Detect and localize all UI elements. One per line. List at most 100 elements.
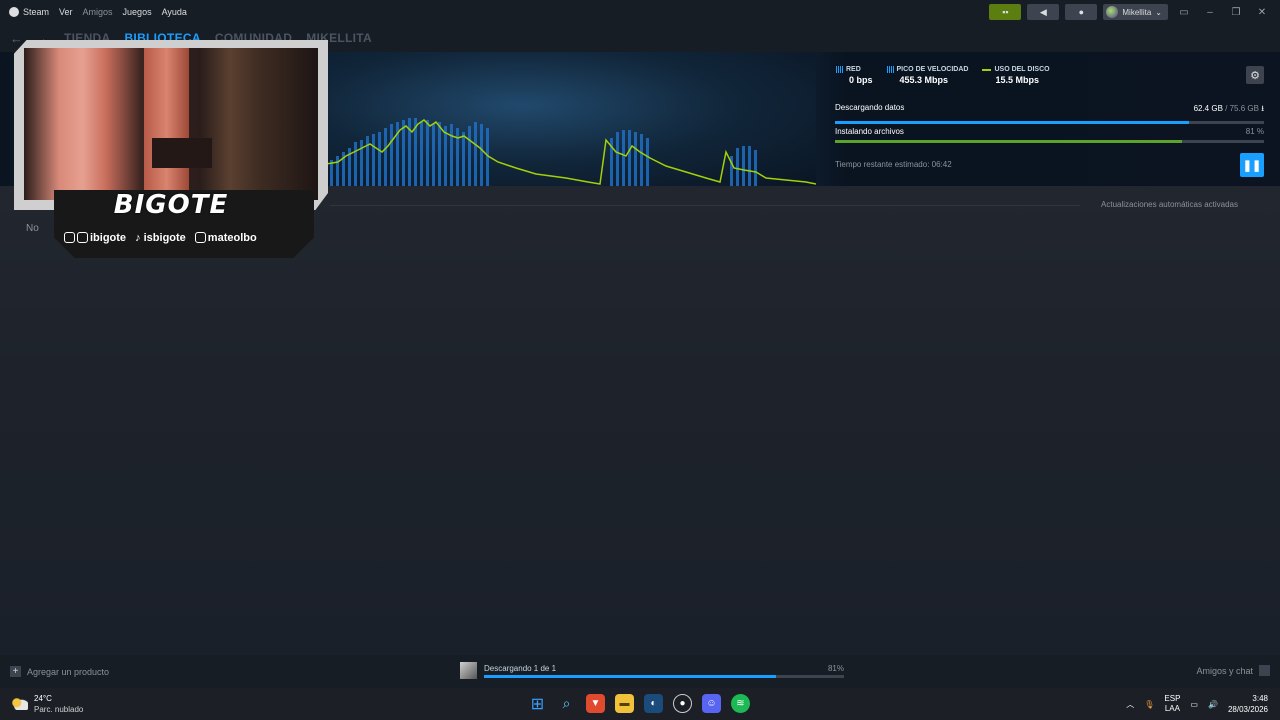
download-graph	[326, 52, 816, 186]
lang-code: ESP	[1164, 694, 1181, 703]
install-progress-fill	[835, 140, 1183, 143]
title-bar-controls: ▪▪ ◀ ● Mikellita ⌄ ▭ – ❐ ✕	[989, 4, 1272, 20]
megaphone-icon: ◀	[1039, 6, 1047, 17]
install-progress-row: Instalando archivos 81 %	[835, 127, 1264, 143]
stat-peak: PICO DE VELOCIDAD 455.3 Mbps	[886, 66, 969, 85]
stat-network-value: 0 bps	[849, 75, 873, 85]
twitch-icon	[64, 232, 75, 243]
social-handle-3: mateolbo	[207, 232, 257, 244]
chevron-up-icon[interactable]: ︿	[1126, 699, 1134, 710]
instagram-icon	[194, 232, 206, 243]
download-progress-track	[835, 121, 1264, 124]
notifications-button[interactable]: ●	[1065, 4, 1098, 20]
menu-item-ver[interactable]: Ver	[59, 7, 73, 17]
minimize-icon[interactable]: –	[1200, 7, 1220, 18]
menu-item-ayuda[interactable]: Ayuda	[162, 7, 187, 17]
language-indicator[interactable]: ESP LAA	[1164, 694, 1180, 714]
pause-button[interactable]: ❚❚	[1240, 153, 1264, 177]
overlay-socials: ibigote ♪ isbigote mateolbo	[64, 232, 257, 244]
account-menu[interactable]: Mikellita ⌄	[1103, 4, 1168, 20]
game-thumbnail	[460, 662, 477, 679]
clock[interactable]: 3:48 28/03/2026	[1228, 693, 1268, 715]
clock-time: 3:48	[1252, 694, 1268, 703]
stat-disk-value: 15.5 Mbps	[995, 75, 1039, 85]
system-tray: ︿ 🎙 ESP LAA ▭ 🔊 3:48 28/03/2026	[1126, 688, 1280, 720]
title-bar: Steam Ver Amigos Juegos Ayuda ▪▪ ◀ ● Mik…	[0, 0, 1280, 24]
volume-icon[interactable]: 🔊	[1208, 700, 1218, 709]
kick-icon	[77, 232, 88, 243]
stat-peak-label: PICO DE VELOCIDAD	[896, 66, 969, 73]
menu-bar: Steam Ver Amigos Juegos Ayuda	[0, 7, 187, 17]
bars-legend-icon	[836, 66, 843, 73]
windows-start-icon[interactable]: ⊞	[528, 694, 547, 713]
avatar	[1106, 6, 1119, 18]
overlay-brand: BIGOTE	[113, 190, 229, 220]
download-progress-fill	[835, 121, 1189, 124]
download-progress-row: Descargando datos 62.4 GB / 75.6 GB ⭳	[835, 103, 1264, 124]
plus-icon: +	[10, 666, 21, 677]
download-graph-svg	[326, 118, 816, 186]
menu-item-juegos[interactable]: Juegos	[123, 7, 152, 17]
friends-chat-label: Amigos y chat	[1196, 665, 1253, 676]
social-twitch-kick: ibigote	[64, 232, 126, 244]
social-handle-1: ibigote	[90, 232, 127, 244]
steam-logo-icon	[9, 7, 19, 17]
add-product-label: Agregar un producto	[27, 666, 110, 677]
steam-menu-label: Steam	[23, 7, 50, 17]
spotify-icon[interactable]: ≋	[731, 694, 750, 713]
tiktok-icon: ♪	[135, 232, 141, 244]
download-settings-button[interactable]: ⚙	[1246, 66, 1264, 84]
announcements-button[interactable]: ◀	[1027, 4, 1060, 20]
status-download-text: Descargando 1 de 1	[484, 664, 557, 673]
stat-peak-value: 455.3 Mbps	[899, 75, 949, 85]
gear-icon: ⚙	[1250, 69, 1260, 82]
status-download-percent: 81%	[827, 664, 844, 673]
steam-menu[interactable]: Steam	[9, 7, 49, 17]
friends-icon: ▪▪	[1002, 7, 1009, 17]
obs-icon[interactable]: ●	[673, 694, 692, 713]
menu-item-amigos[interactable]: Amigos	[83, 7, 113, 17]
microphone-icon[interactable]: 🎙	[1144, 700, 1154, 709]
line-legend-icon	[982, 68, 992, 71]
bars-legend-icon	[886, 66, 894, 73]
social-handle-2: isbigote	[143, 232, 186, 244]
maximize-icon[interactable]: ❐	[1226, 7, 1246, 18]
account-name: Mikellita	[1122, 7, 1152, 17]
brave-icon[interactable]: ▼	[586, 694, 605, 713]
steam-taskbar-icon[interactable]: ◐	[644, 694, 663, 713]
downloaded-size: 62.4 GB / 75.6 GB ⭳	[1194, 103, 1264, 117]
weather-widget[interactable]: 24°C Parc. nublado	[12, 693, 83, 715]
stat-network: RED 0 bps	[836, 66, 873, 85]
big-picture-icon[interactable]: ▭	[1174, 7, 1194, 18]
stat-network-label: RED	[846, 66, 861, 73]
friends-chat-button[interactable]: Amigos y chat	[1196, 665, 1270, 676]
total-size: / 75.6 GB	[1222, 104, 1259, 113]
auto-updates-text: Actualizaciones automáticas activadas	[1101, 200, 1238, 209]
search-icon[interactable]: ⌕	[557, 694, 576, 713]
close-icon[interactable]: ✕	[1252, 7, 1272, 18]
taskbar-apps: ⊞ ⌕ ▼ ▬ ◐ ● ☺ ≋	[528, 694, 750, 713]
install-percent: 81 %	[1245, 127, 1264, 136]
downloaded-amount: 62.4 GB	[1193, 104, 1223, 113]
status-progress-track	[484, 675, 844, 678]
steam-status-bar: + Agregar un producto Descargando 1 de 1…	[0, 655, 1280, 688]
discord-icon[interactable]: ☺	[702, 694, 721, 713]
add-product-button[interactable]: + Agregar un producto	[10, 666, 109, 677]
chevron-down-icon: ⌄	[1155, 7, 1162, 17]
webcam-view	[24, 48, 318, 200]
installing-label: Instalando archivos	[835, 127, 904, 136]
network-icon[interactable]: ▭	[1190, 700, 1198, 709]
file-explorer-icon[interactable]: ▬	[615, 694, 634, 713]
social-instagram: mateolbo	[194, 232, 257, 244]
install-progress-track	[835, 140, 1264, 143]
stat-disk-label: USO DEL DISCO	[994, 66, 1050, 73]
social-tiktok: ♪ isbigote	[135, 232, 186, 244]
friends-activity-button[interactable]: ▪▪	[989, 4, 1022, 20]
download-stats: RED 0 bps PICO DE VELOCIDAD 455.3 Mbps U…	[836, 66, 1050, 85]
webcam-shelf	[152, 138, 212, 168]
bell-icon: ●	[1078, 7, 1085, 17]
windows-taskbar: 24°C Parc. nublado ⊞ ⌕ ▼ ▬ ◐ ● ☺ ≋ ︿ 🎙 E…	[0, 688, 1280, 720]
eta-text: Tiempo restante estimado: 06:42	[835, 160, 952, 169]
clock-date: 28/03/2026	[1227, 705, 1268, 714]
status-progress-fill	[484, 675, 776, 678]
